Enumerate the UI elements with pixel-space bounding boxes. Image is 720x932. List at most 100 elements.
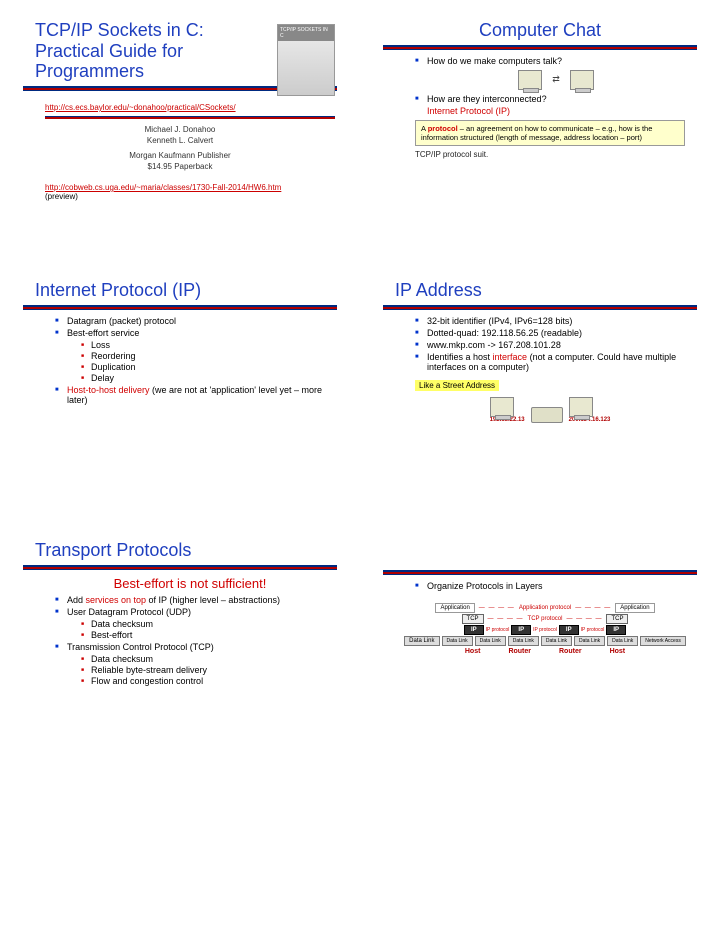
sub-loss: Loss (81, 340, 325, 350)
slide-2: Computer Chat How do we make computers t… (375, 20, 705, 260)
slide-title: Transport Protocols (35, 540, 345, 561)
bullet-q1: How do we make computers talk? ⇄ (415, 56, 685, 90)
layer-tcp: TCP (606, 614, 628, 624)
ip-proto-label: IP protocol (581, 627, 605, 633)
bullet-datagram: Datagram (packet) protocol (55, 316, 325, 326)
slide-title: Internet Protocol (IP) (35, 280, 345, 301)
title-rule (383, 305, 697, 310)
ip-proto-label: IP protocol (486, 627, 510, 633)
title-rule (23, 305, 337, 310)
iface-keyword: interface (493, 352, 528, 362)
author-line-2: Kenneth L. Calvert (15, 136, 345, 145)
book-cover-image (277, 24, 335, 96)
layer-datalink: Data Link (574, 636, 605, 646)
layer-tcp: TCP (462, 614, 484, 624)
title-rule (383, 570, 697, 575)
title-rule (23, 565, 337, 570)
computers-talking-graphic: ⇄ (427, 70, 685, 90)
router-label: Router (559, 648, 582, 655)
street-address-highlight: Like a Street Address (415, 380, 499, 391)
bullet-services: Add services on top of IP (higher level … (55, 595, 325, 605)
author-line-1: Michael J. Donahoo (15, 125, 345, 134)
bullet-q2: How are they interconnected? Internet Pr… (415, 94, 685, 116)
layer-ip: IP (464, 625, 484, 635)
layer-app: Application (435, 603, 474, 613)
dashed-line: — — — — (566, 616, 602, 622)
slide-4: IP Address 32-bit identifier (IPv4, IPv6… (375, 280, 705, 520)
layer-ip: IP (511, 625, 531, 635)
bullet-besteffort: Best-effort service Loss Reordering Dupl… (55, 328, 325, 383)
h2h-red: Host-to-host delivery (67, 385, 150, 395)
price-line: $14.95 Paperback (15, 162, 345, 171)
sub-udp-besteffort: Best-effort (81, 630, 325, 640)
host-label: Host (610, 648, 626, 655)
sub-delay: Delay (81, 373, 325, 383)
preview-note: (preview) (45, 192, 345, 201)
sub-tcp-reliable: Reliable byte-stream delivery (81, 665, 325, 675)
svc-red: services on top (86, 595, 147, 605)
layer-datalink: Data Link (508, 636, 539, 646)
host-label: Host (465, 648, 481, 655)
pc-icon (569, 397, 593, 417)
layer-ip: IP (606, 625, 626, 635)
layer-app: Application (615, 603, 654, 613)
bullet-udp: User Datagram Protocol (UDP) Data checks… (55, 607, 325, 640)
slide-6: Organize Protocols in Layers Application… (375, 540, 705, 780)
router-icon (531, 407, 563, 423)
sub-reordering: Reordering (81, 351, 325, 361)
bullet-h2h: Host-to-host delivery (we are not at 'ap… (55, 385, 325, 405)
host-right: 209.134.16.123 (569, 397, 611, 423)
layer-diagram: Application — — — — Application protocol… (395, 603, 695, 655)
bullet-tcp: Transmission Control Protocol (TCP) Data… (55, 642, 325, 686)
protocol-definition-box: A protocol – an agreement on how to comm… (415, 120, 685, 146)
hw6-link[interactable]: http://cobweb.cs.uga.edu/~maria/classes/… (45, 183, 281, 192)
proto-text: A (421, 124, 428, 133)
pc-icon (490, 397, 514, 417)
bullet-text: Transmission Control Protocol (TCP) (67, 642, 214, 652)
sub-tcp-flow: Flow and congestion control (81, 676, 325, 686)
bullet-text: User Datagram Protocol (UDP) (67, 607, 191, 617)
slide-grid: TCP/IP Sockets in C: Practical Guide for… (0, 0, 720, 800)
slide-1: TCP/IP Sockets in C: Practical Guide for… (15, 20, 345, 260)
proto-keyword: protocol (428, 124, 458, 133)
bullet-interface: Identifies a host interface (not a compu… (415, 352, 685, 372)
layer-datalink: Data Link (442, 636, 473, 646)
ip-proto-label: IP protocol (533, 627, 557, 633)
layer-datalink: Data Link (404, 636, 439, 646)
slide-title: IP Address (395, 280, 705, 301)
sub-rule (45, 116, 335, 119)
tcpip-suit-caption: TCP/IP protocol suit. (415, 150, 705, 159)
slide-title: Computer Chat (375, 20, 705, 41)
network-diagram: 192.18.22.13 209.134.16.123 (395, 397, 705, 423)
bullet-text: How do we make computers talk? (427, 56, 562, 66)
bullet-32bit: 32-bit identifier (IPv4, IPv6=128 bits) (415, 316, 685, 326)
sub-duplication: Duplication (81, 362, 325, 372)
dashed-line: — — — — (479, 605, 515, 611)
pc-left-icon (518, 70, 542, 90)
title-rule (383, 45, 697, 50)
layer-ip: IP (559, 625, 579, 635)
sub-tcp-checksum: Data checksum (81, 654, 325, 664)
layer-datalink: Data Link (541, 636, 572, 646)
iface-a: Identifies a host (427, 352, 493, 362)
bullet-layers: Organize Protocols in Layers (415, 581, 685, 591)
slide-3: Internet Protocol (IP) Datagram (packet)… (15, 280, 345, 520)
bullet-mkp: www.mkp.com -> 167.208.101.28 (415, 340, 685, 350)
bullet-text: How are they interconnected? (427, 94, 547, 104)
double-arrow-icon: ⇄ (552, 74, 560, 85)
subtitle-red: Best-effort is not sufficient! (35, 576, 345, 591)
svc-c: of IP (higher level – abstractions) (146, 595, 280, 605)
layer-datalink: Data Link (475, 636, 506, 646)
dashed-line: — — — — (488, 616, 524, 622)
bullet-dottedquad: Dotted-quad: 192.118.56.25 (readable) (415, 328, 685, 338)
dashed-line: — — — — (575, 605, 611, 611)
ip-line: Internet Protocol (IP) (427, 106, 685, 116)
router-label: Router (508, 648, 531, 655)
slide-5: Transport Protocols Best-effort is not s… (15, 540, 345, 780)
layer-datalink: Data Link (607, 636, 638, 646)
svc-a: Add (67, 595, 86, 605)
layer-netaccess: Network Access (640, 636, 686, 646)
bullet-text: Best-effort service (67, 328, 139, 338)
sub-udp-checksum: Data checksum (81, 619, 325, 629)
csockets-link[interactable]: http://cs.ecs.baylor.edu/~donahoo/practi… (45, 103, 236, 112)
